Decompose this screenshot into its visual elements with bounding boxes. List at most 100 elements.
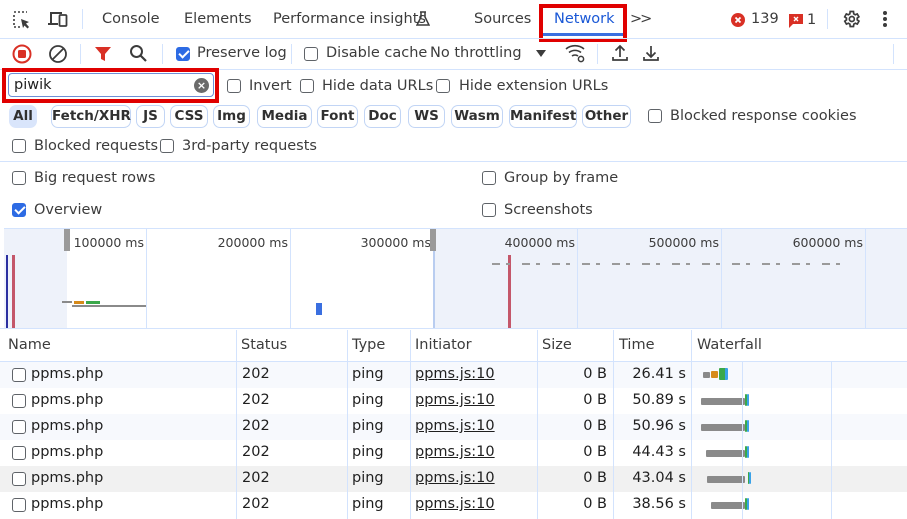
issues-count[interactable]: 1 xyxy=(807,12,816,28)
row-checkbox[interactable] xyxy=(12,498,26,512)
overview-gridline xyxy=(290,229,291,329)
row-checkbox[interactable] xyxy=(12,394,26,408)
blocked-response-cookies-label[interactable]: Blocked response cookies xyxy=(670,108,857,124)
row-checkbox[interactable] xyxy=(12,446,26,460)
hide-extension-urls-checkbox[interactable] xyxy=(436,79,450,93)
column-divider xyxy=(347,330,348,519)
table-row[interactable]: ppms.php 202 ping ppms.js:10 0 B 44.43 s xyxy=(0,440,907,466)
type-filter-other[interactable]: Other xyxy=(582,105,631,128)
table-row[interactable]: ppms.php 202 ping ppms.js:10 0 B 26.41 s xyxy=(0,362,907,388)
type-filter-doc[interactable]: Doc xyxy=(364,105,401,128)
invert-checkbox[interactable] xyxy=(227,79,241,93)
clear-icon[interactable] xyxy=(48,44,68,64)
table-row[interactable]: ppms.php 202 ping ppms.js:10 0 B 50.96 s xyxy=(0,414,907,440)
cell-initiator-link[interactable]: ppms.js:10 xyxy=(415,366,495,382)
inspect-element-icon[interactable] xyxy=(12,10,32,30)
issues-icon[interactable] xyxy=(789,14,803,28)
cell-initiator-link[interactable]: ppms.js:10 xyxy=(415,444,495,460)
preserve-log-checkbox[interactable] xyxy=(176,47,190,61)
filter-icon[interactable] xyxy=(94,45,112,63)
column-header-size[interactable]: Size xyxy=(538,330,576,361)
third-party-requests-checkbox[interactable] xyxy=(160,139,174,153)
search-icon[interactable] xyxy=(129,44,148,63)
column-header-initiator[interactable]: Initiator xyxy=(411,330,476,361)
cell-name[interactable]: ppms.php xyxy=(31,392,103,408)
network-overview-timeline[interactable]: 100000 ms 200000 ms 300000 ms 400000 ms … xyxy=(4,228,907,329)
row-checkbox[interactable] xyxy=(12,472,26,486)
stop-recording-icon[interactable] xyxy=(12,44,32,64)
hide-data-urls-checkbox[interactable] xyxy=(300,79,314,93)
tab-console[interactable]: Console xyxy=(102,11,160,27)
settings-gear-icon[interactable] xyxy=(841,9,861,29)
type-filter-media[interactable]: Media xyxy=(257,105,312,128)
row-checkbox[interactable] xyxy=(12,420,26,434)
cell-initiator-link[interactable]: ppms.js:10 xyxy=(415,392,495,408)
column-header-name[interactable]: Name xyxy=(4,330,55,361)
overview-label[interactable]: Overview xyxy=(34,202,102,218)
column-header-type[interactable]: Type xyxy=(348,330,389,361)
screenshots-checkbox[interactable] xyxy=(482,203,496,217)
more-tabs-button[interactable]: >> xyxy=(630,11,652,27)
group-by-frame-checkbox[interactable] xyxy=(482,171,496,185)
column-divider xyxy=(691,330,692,519)
type-filter-manifest[interactable]: Manifest xyxy=(509,105,577,128)
column-header-status[interactable]: Status xyxy=(237,330,291,361)
overview-left-handle[interactable] xyxy=(64,229,70,251)
type-filter-font[interactable]: Font xyxy=(317,105,358,128)
third-party-requests-label[interactable]: 3rd-party requests xyxy=(182,138,317,154)
type-filter-fetch-xhr[interactable]: Fetch/XHR xyxy=(51,105,131,128)
column-header-waterfall[interactable]: Waterfall xyxy=(693,330,766,361)
chevron-down-icon[interactable] xyxy=(536,50,546,57)
tab-elements[interactable]: Elements xyxy=(184,11,252,27)
big-request-rows-label[interactable]: Big request rows xyxy=(34,170,155,186)
cell-name[interactable]: ppms.php xyxy=(31,418,103,434)
tab-performance-insights[interactable]: Performance insights xyxy=(273,11,426,27)
row-checkbox[interactable] xyxy=(12,368,26,382)
hide-extension-urls-label[interactable]: Hide extension URLs xyxy=(459,78,608,94)
cell-name[interactable]: ppms.php xyxy=(31,470,103,486)
type-filter-ws[interactable]: WS xyxy=(408,105,445,128)
blocked-response-cookies-checkbox[interactable] xyxy=(648,109,662,123)
load-event-marker xyxy=(12,255,15,329)
waterfall-bar-segment xyxy=(703,372,710,378)
disable-cache-checkbox[interactable] xyxy=(304,47,318,61)
column-header-time[interactable]: Time xyxy=(615,330,659,361)
cell-initiator-link[interactable]: ppms.js:10 xyxy=(415,470,495,486)
big-request-rows-checkbox[interactable] xyxy=(12,171,26,185)
overview-checkbox[interactable] xyxy=(12,203,26,217)
table-row[interactable]: ppms.php 202 ping ppms.js:10 0 B 43.04 s xyxy=(0,466,907,492)
blocked-requests-label[interactable]: Blocked requests xyxy=(34,138,158,154)
cell-name[interactable]: ppms.php xyxy=(31,496,103,512)
cell-name[interactable]: ppms.php xyxy=(31,444,103,460)
hide-data-urls-label[interactable]: Hide data URLs xyxy=(322,78,433,94)
device-toolbar-icon[interactable] xyxy=(47,10,69,28)
throttling-select[interactable]: No throttling xyxy=(430,45,522,61)
overview-right-handle[interactable] xyxy=(430,229,436,251)
type-filter-wasm[interactable]: Wasm xyxy=(451,105,503,128)
invert-label[interactable]: Invert xyxy=(249,78,292,94)
group-by-frame-label[interactable]: Group by frame xyxy=(504,170,618,186)
cell-type: ping xyxy=(352,470,384,486)
cell-initiator-link[interactable]: ppms.js:10 xyxy=(415,496,495,512)
experiment-flask-icon xyxy=(416,11,430,26)
cell-initiator-link[interactable]: ppms.js:10 xyxy=(415,418,495,434)
type-filter-css[interactable]: CSS xyxy=(170,105,208,128)
disable-cache-label[interactable]: Disable cache xyxy=(326,45,427,61)
blocked-requests-checkbox[interactable] xyxy=(12,139,26,153)
network-conditions-icon[interactable] xyxy=(565,43,587,63)
cell-name[interactable]: ppms.php xyxy=(31,366,103,382)
type-filter-js[interactable]: JS xyxy=(136,105,165,128)
tab-sources[interactable]: Sources xyxy=(474,11,531,27)
error-icon[interactable] xyxy=(731,13,745,27)
more-options-icon[interactable] xyxy=(882,10,888,28)
export-har-icon[interactable] xyxy=(643,44,659,62)
divider xyxy=(893,44,894,64)
import-har-icon[interactable] xyxy=(612,44,628,62)
type-filter-img[interactable]: Img xyxy=(213,105,250,128)
screenshots-label[interactable]: Screenshots xyxy=(504,202,593,218)
table-row[interactable]: ppms.php 202 ping ppms.js:10 0 B 50.89 s xyxy=(0,388,907,414)
error-count[interactable]: 139 xyxy=(751,11,779,27)
table-row[interactable]: ppms.php 202 ping ppms.js:10 0 B 38.56 s xyxy=(0,492,907,518)
preserve-log-label[interactable]: Preserve log xyxy=(197,45,287,61)
type-filter-all[interactable]: All xyxy=(9,105,37,128)
